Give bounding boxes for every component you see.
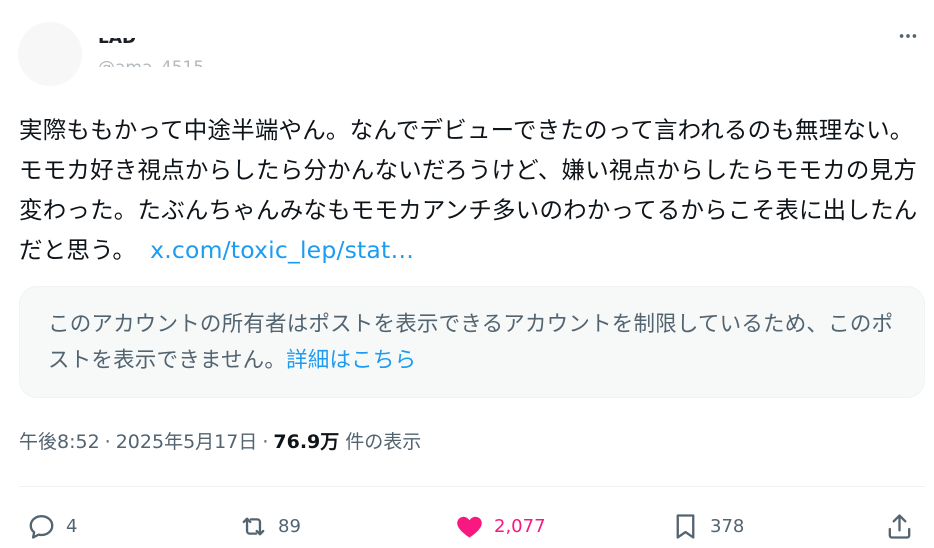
repost-count: 89: [278, 515, 301, 537]
reply-count: 4: [66, 515, 78, 537]
like-button[interactable]: 2,077: [454, 506, 546, 546]
bookmark-button[interactable]: 378: [670, 506, 744, 546]
repost-button[interactable]: 89: [238, 506, 301, 546]
views-count: 76.9万: [273, 431, 340, 453]
tweet-link[interactable]: x.com/toxic_lep/stat…: [150, 236, 414, 264]
tweet-meta: 午後8:52 · 2025年5月17日 · 76.9万 件の表示: [19, 428, 421, 456]
action-bar: 4 89 2,077 378: [0, 506, 934, 546]
learn-more-link[interactable]: 詳細はこちら: [286, 348, 416, 373]
display-name[interactable]: LAD: [98, 38, 136, 48]
user-handle[interactable]: @ama_4515: [98, 58, 204, 67]
tweet-date: 2025年5月17日: [115, 431, 258, 453]
reply-button[interactable]: 4: [26, 506, 77, 546]
more-horizontal-icon: [899, 34, 917, 38]
divider: [19, 486, 925, 487]
share-button[interactable]: [884, 506, 915, 546]
tweet-timestamp[interactable]: 午後8:52 · 2025年5月17日: [19, 431, 257, 453]
avatar[interactable]: [18, 22, 82, 86]
bookmark-count: 378: [710, 515, 745, 537]
meta-separator: ·: [262, 431, 269, 453]
withheld-message: このアカウントの所有者はポストを表示できるアカウントを制限しているため、このポス…: [48, 312, 894, 373]
tweet-time: 午後8:52: [19, 431, 100, 453]
views-label: 件の表示: [345, 431, 422, 453]
user-info[interactable]: LAD @ama_4515: [98, 28, 298, 86]
meta-separator: ·: [104, 431, 111, 453]
reply-icon: [29, 514, 54, 539]
repost-icon: [242, 517, 265, 535]
withheld-message-container: このアカウントの所有者はポストを表示できるアカウントを制限しているため、このポス…: [48, 307, 896, 379]
like-count: 2,077: [494, 515, 546, 537]
bookmark-icon: [676, 513, 695, 539]
more-options-button[interactable]: [894, 22, 922, 50]
share-icon: [888, 513, 911, 539]
tweet-text: 実際ももかって中途半端やん。なんでデビューできたのって言われるのも無理ない。モモ…: [19, 110, 919, 270]
heart-filled-icon: [457, 516, 482, 537]
withheld-quote-box: このアカウントの所有者はポストを表示できるアカウントを制限しているため、このポス…: [19, 286, 925, 398]
